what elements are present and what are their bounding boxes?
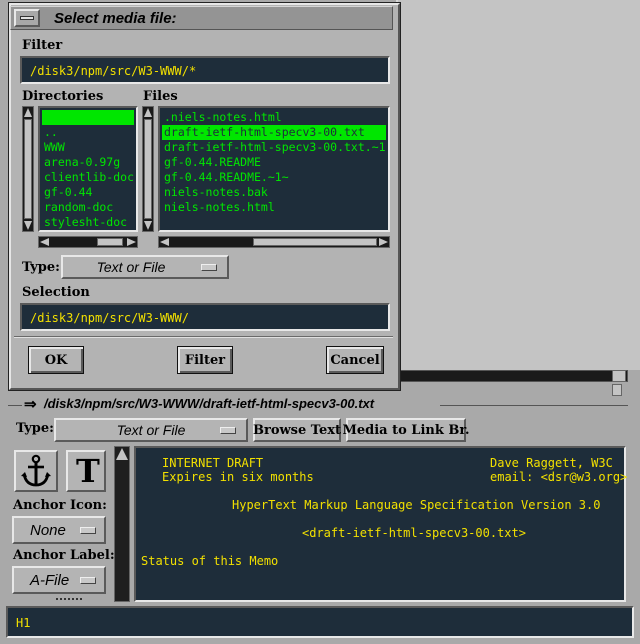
file-item[interactable]: gf-0.44.README <box>162 155 386 170</box>
arrow-down-icon[interactable] <box>24 221 32 230</box>
editor-horizontal-scrollbar[interactable] <box>396 370 628 382</box>
anchor-tool-button[interactable] <box>14 450 58 492</box>
chevron-down-icon <box>80 527 96 534</box>
dialog-title: Select media file: <box>54 10 177 27</box>
arrow-up-icon[interactable] <box>144 108 152 117</box>
directory-item[interactable]: arena-0.97g <box>42 155 134 170</box>
anchor-label-label: Anchor Label: <box>13 548 115 563</box>
file-item[interactable]: draft-ietf-html-specv3-00.txt <box>162 125 386 140</box>
arrow-right-icon[interactable] <box>379 238 388 246</box>
file-item[interactable]: draft-ietf-html-specv3-00.txt.~1 <box>162 140 386 155</box>
filter-input-value: /disk3/npm/src/W3-WWW/* <box>30 64 197 78</box>
selection-input-value: /disk3/npm/src/W3-WWW/ <box>30 311 189 325</box>
directories-list[interactable]: .. WWW arena-0.97g clientlib-doc gf-0.44… <box>38 106 138 232</box>
text-vertical-scrollbar[interactable] <box>114 446 130 602</box>
document-text-area[interactable]: INTERNET DRAFT Dave Raggett, W3C Expires… <box>134 446 628 602</box>
arrow-down-icon[interactable] <box>144 221 152 230</box>
arrow-left-icon[interactable] <box>40 238 49 246</box>
arrow-up-icon[interactable] <box>116 448 128 460</box>
filter-input[interactable]: /disk3/npm/src/W3-WWW/* <box>20 56 390 84</box>
path-arrow-icon: ⇒ <box>24 396 37 413</box>
scroll-thumb[interactable] <box>144 119 152 219</box>
directories-horizontal-scrollbar[interactable] <box>38 236 138 248</box>
doc-line: email: <dsr@w3.org> <box>490 470 628 484</box>
anchor-label-value: A-File <box>30 571 70 589</box>
directory-item[interactable]: WWW <box>42 140 134 155</box>
files-horizontal-scrollbar[interactable] <box>158 236 390 248</box>
editor-scroll-arrow[interactable] <box>612 370 626 382</box>
doc-section-heading: Status of this Memo <box>141 554 279 568</box>
arrow-right-icon[interactable] <box>127 238 136 246</box>
files-list[interactable]: .niels-notes.html draft-ietf-html-specv3… <box>158 106 390 232</box>
dialog-type-label: Type: <box>22 260 60 275</box>
doc-line: INTERNET DRAFT <box>162 456 264 470</box>
editor-pane-handle[interactable] <box>612 384 622 396</box>
text-tool-glyph: T <box>76 452 100 490</box>
arrow-up-icon[interactable] <box>24 108 32 117</box>
editor-top-area <box>396 0 640 370</box>
dialog-type-value: Text or File <box>96 259 166 275</box>
path-groove-right <box>440 405 628 406</box>
dialog-type-menu[interactable]: Text or File <box>61 255 229 279</box>
pane-sash[interactable] <box>56 598 82 601</box>
scroll-thumb[interactable] <box>97 238 123 246</box>
doc-line: Expires in six months <box>162 470 314 484</box>
file-item[interactable]: gf-0.44.README.~1~ <box>162 170 386 185</box>
anchor-icon-value: None <box>30 521 66 539</box>
files-label: Files <box>143 89 178 104</box>
anchor-label-menu[interactable]: A-File <box>12 566 106 594</box>
directory-item[interactable]: stylesht-doc <box>42 215 134 230</box>
ok-button[interactable]: OK <box>28 346 84 374</box>
browse-text-button[interactable]: Browse Text <box>253 418 341 442</box>
anchor-icon <box>21 454 51 487</box>
directories-vertical-scrollbar[interactable] <box>22 106 34 232</box>
selection-label: Selection <box>22 285 90 300</box>
chevron-down-icon <box>80 577 96 584</box>
chevron-down-icon <box>220 427 236 434</box>
anchor-icon-menu[interactable]: None <box>12 516 106 544</box>
directory-item[interactable]: random-doc <box>42 200 134 215</box>
chevron-down-icon <box>201 264 217 271</box>
directory-item[interactable]: .. <box>42 125 134 140</box>
text-tool-button[interactable]: T <box>66 450 106 492</box>
status-field[interactable]: H1 <box>6 606 634 638</box>
doc-title-line: HyperText Markup Language Specification … <box>232 498 601 512</box>
path-groove-left <box>8 405 22 406</box>
window-menu-button[interactable] <box>14 9 40 27</box>
scroll-thumb[interactable] <box>24 119 32 219</box>
file-item[interactable]: niels-notes.html <box>162 200 386 215</box>
selection-input[interactable]: /disk3/npm/src/W3-WWW/ <box>20 303 390 331</box>
doc-line: Dave Raggett, W3C <box>490 456 613 470</box>
anchor-icon-label: Anchor Icon: <box>13 498 107 513</box>
current-file-path: /disk3/npm/src/W3-WWW/draft-ietf-html-sp… <box>44 396 375 411</box>
dialog-separator <box>14 336 393 338</box>
media-to-link-button[interactable]: Media to Link Br. <box>342 418 470 442</box>
directories-label: Directories <box>22 89 104 104</box>
status-text: H1 <box>16 616 31 630</box>
scroll-thumb[interactable] <box>253 238 377 246</box>
cancel-button[interactable]: Cancel <box>326 346 384 374</box>
filter-button[interactable]: Filter <box>177 346 233 374</box>
directory-item[interactable] <box>42 110 134 125</box>
doc-filename-line: <draft-ietf-html-specv3-00.txt> <box>302 526 526 540</box>
editor-type-label: Type: <box>16 421 54 436</box>
files-vertical-scrollbar[interactable] <box>142 106 154 232</box>
file-item[interactable]: .niels-notes.html <box>162 110 386 125</box>
file-item[interactable]: niels-notes.bak <box>162 185 386 200</box>
arrow-left-icon[interactable] <box>160 238 169 246</box>
editor-type-menu[interactable]: Text or File <box>54 418 248 442</box>
directory-item[interactable]: gf-0.44 <box>42 185 134 200</box>
editor-type-value: Text or File <box>116 422 186 438</box>
directory-item[interactable]: clientlib-doc <box>42 170 134 185</box>
window-menu-icon <box>20 16 34 20</box>
filter-label: Filter <box>22 38 63 53</box>
